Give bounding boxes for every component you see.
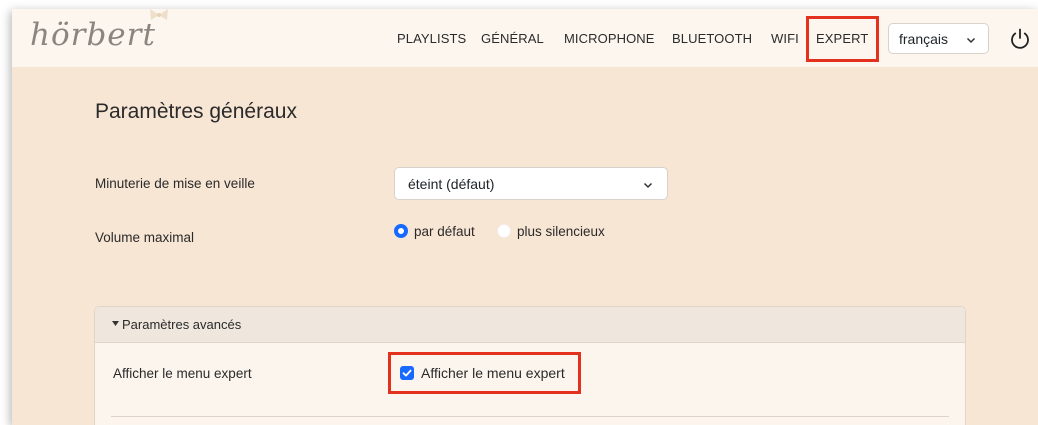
brand-logo[interactable]: hörbert xyxy=(30,17,156,53)
chevron-down-icon xyxy=(966,32,976,48)
app-window: hörbert PLAYLISTS GÉNÉRAL MICROPHONE BLU… xyxy=(12,9,1038,425)
volume-quieter-radio[interactable] xyxy=(497,224,511,238)
language-select[interactable]: français xyxy=(888,23,989,54)
sleep-timer-label: Minuterie de mise en veille xyxy=(95,176,255,191)
advanced-settings-title: Paramètres avancés xyxy=(122,317,242,332)
advanced-settings-toggle[interactable]: Paramètres avancés xyxy=(95,307,965,343)
nav-playlists[interactable]: PLAYLISTS xyxy=(397,31,466,46)
sleep-timer-select[interactable]: éteint (défaut) xyxy=(394,167,668,200)
checkmark-icon xyxy=(402,369,412,377)
nav-general[interactable]: GÉNÉRAL xyxy=(481,31,544,46)
show-expert-label: Afficher le menu expert xyxy=(113,366,252,381)
language-selected-value: français xyxy=(899,31,949,47)
chevron-down-icon xyxy=(643,177,653,193)
nav-microphone[interactable]: MICROPHONE xyxy=(564,31,655,46)
nav-wifi[interactable]: WIFI xyxy=(771,31,799,46)
card-divider xyxy=(111,416,949,417)
advanced-settings-card: Paramètres avancés Afficher le menu expe… xyxy=(94,306,966,425)
volume-quieter-label[interactable]: plus silencieux xyxy=(517,224,605,239)
show-expert-checkbox[interactable] xyxy=(400,366,414,380)
caret-down-icon xyxy=(112,320,119,329)
power-icon[interactable] xyxy=(1008,27,1032,51)
volume-default-radio[interactable] xyxy=(394,224,408,238)
page-title: Paramètres généraux xyxy=(95,100,297,123)
volume-default-label[interactable]: par défaut xyxy=(414,224,475,239)
max-volume-label: Volume maximal xyxy=(95,230,195,245)
nav-bluetooth[interactable]: BLUETOOTH xyxy=(672,31,752,46)
sleep-timer-selected-value: éteint (défaut) xyxy=(408,176,495,192)
show-expert-checkbox-label[interactable]: Afficher le menu expert xyxy=(421,365,565,381)
top-navbar: hörbert PLAYLISTS GÉNÉRAL MICROPHONE BLU… xyxy=(12,9,1038,67)
bow-icon xyxy=(148,9,170,28)
nav-expert[interactable]: EXPERT xyxy=(816,31,868,46)
